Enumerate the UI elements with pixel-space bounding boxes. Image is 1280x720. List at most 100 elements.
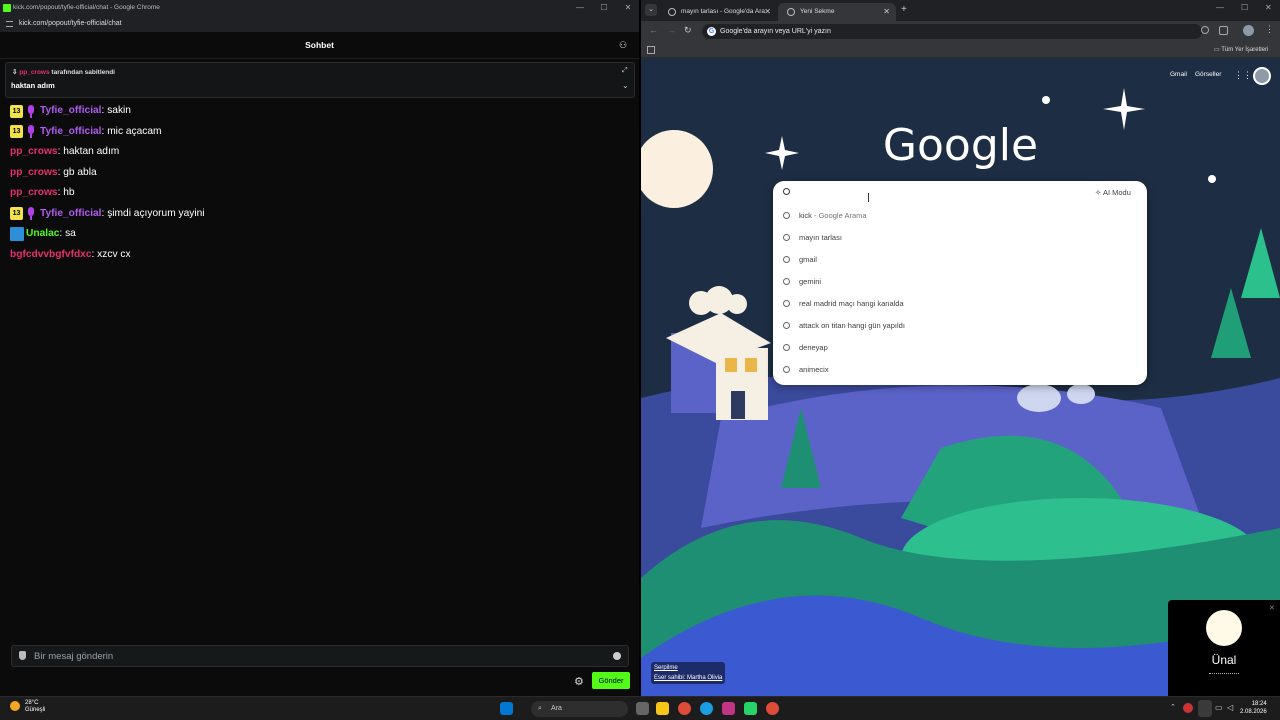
back-icon[interactable]: ←	[649, 25, 658, 35]
user-list-icon[interactable]: ⚇	[619, 40, 630, 50]
close-button[interactable]: ✕	[1265, 3, 1272, 12]
broadcaster-mic-icon[interactable]	[26, 125, 36, 138]
close-button[interactable]: ✕	[618, 0, 638, 16]
pinned-by-user: pp_crows	[19, 69, 50, 76]
emoji-icon[interactable]	[613, 652, 621, 660]
chat-message: 13 Tyfie_official: şimdi açıyorum yayini	[10, 205, 205, 223]
chrome-window: ⌄ mayın tarlası - Google'da Ara ✕ Yeni Se…	[641, 0, 1280, 696]
gear-icon[interactable]: ⚙	[574, 675, 584, 688]
chat-username[interactable]: Tyfie_official	[40, 205, 102, 223]
suggestion-item[interactable]: attack on titan hangi gün yapıldı	[799, 321, 905, 330]
weather-icon[interactable]	[10, 701, 20, 711]
instagram-icon[interactable]	[722, 702, 735, 715]
maximize-button[interactable]: ☐	[594, 0, 614, 16]
menu-icon[interactable]: ⋮	[1265, 24, 1274, 35]
reload-icon[interactable]: ↻	[684, 25, 692, 36]
address-bar[interactable]: kick.com/popout/tyfie-official/chat	[0, 16, 639, 32]
edge-icon[interactable]	[700, 702, 713, 715]
credit-title-link[interactable]: Serpilme	[654, 663, 722, 673]
tab-search-icon[interactable]: ⌄	[645, 4, 657, 16]
shield-icon	[19, 651, 26, 660]
chat-text: : mic açacam	[101, 125, 162, 137]
chat-username[interactable]: pp_crows	[10, 143, 58, 161]
text-cursor	[868, 193, 869, 202]
subscriber-badge[interactable]: 13	[10, 207, 23, 220]
apps-grid-icon[interactable]: ⋮⋮	[1234, 70, 1252, 81]
minimize-button[interactable]: —	[1216, 3, 1224, 12]
tab-search[interactable]: mayın tarlası - Google'da Ara ✕	[659, 3, 777, 21]
suggestion-item[interactable]: kick - Google Arama	[799, 211, 867, 220]
suggestion-tail: - Google Arama	[811, 211, 867, 220]
taskbar: 28°C Güneşli ⌕ Ara ⌃ ▭ ◁ 18:24 2.08.2026	[0, 696, 1280, 720]
chat-username[interactable]: Unalac	[26, 225, 59, 243]
gmail-link[interactable]: Gmail	[1170, 71, 1187, 78]
chat-username[interactable]: Tyfie_official	[40, 123, 102, 141]
site-settings-icon[interactable]	[6, 21, 13, 27]
suggestion-item[interactable]: deneyap	[799, 343, 828, 352]
start-button[interactable]	[500, 702, 513, 715]
microphone-icon[interactable]	[1198, 700, 1212, 717]
all-bookmarks[interactable]: ▭ Tüm Yer İşaretleri	[1214, 42, 1268, 58]
tray-app-icon[interactable]	[1183, 703, 1193, 713]
apps-icon[interactable]	[647, 46, 655, 54]
tab-new-tab[interactable]: Yeni Sekme ✕	[778, 3, 896, 21]
close-icon[interactable]: ✕	[1269, 604, 1275, 612]
network-icon[interactable]: ▭	[1215, 703, 1223, 712]
suggestion-text: gmail	[799, 255, 817, 264]
minimize-button[interactable]: —	[570, 0, 590, 16]
ai-mode-button[interactable]: ✧ AI Modu	[1095, 188, 1131, 197]
window-title: kick.com/popout/tyfie-official/chat - Go…	[13, 4, 160, 11]
suggestion-item[interactable]: gemini	[799, 277, 821, 286]
chat-username[interactable]: pp_crows	[10, 184, 58, 202]
suggestion-item[interactable]: real madrid maçı hangi kanalda	[799, 299, 904, 308]
chat-username[interactable]: Tyfie_official	[40, 102, 102, 120]
account-avatar[interactable]	[1253, 67, 1271, 85]
whatsapp-icon[interactable]	[744, 702, 757, 715]
taskbar-search[interactable]: ⌕ Ara	[531, 701, 628, 717]
contact-popup[interactable]: ✕ Ünal	[1168, 600, 1280, 696]
new-tab-button[interactable]: +	[901, 4, 907, 15]
chat-text: : hb	[57, 187, 75, 198]
history-icon	[783, 256, 790, 263]
chrome-icon[interactable]	[678, 702, 691, 715]
avatar	[1206, 610, 1242, 646]
profile-avatar[interactable]	[1243, 25, 1254, 36]
history-icon	[783, 278, 790, 285]
credit-author-link[interactable]: Eser sahibi: Martha Olivia	[654, 673, 722, 683]
images-link[interactable]: Görseller	[1195, 71, 1221, 78]
task-view-icon[interactable]	[636, 702, 649, 715]
broadcaster-mic-icon[interactable]	[26, 207, 36, 220]
lens-icon[interactable]	[1201, 26, 1209, 34]
user-badge-icon[interactable]	[10, 227, 24, 241]
pinned-message: ⇩ pp_crows tarafından sabitlendi haktan …	[5, 62, 635, 98]
clock[interactable]: 18:24 2.08.2026	[1240, 700, 1267, 716]
divider	[1209, 673, 1239, 674]
file-explorer-icon[interactable]	[656, 702, 669, 715]
chevron-down-icon[interactable]: ⌄	[622, 81, 629, 90]
chrome-profile-icon[interactable]	[766, 702, 779, 715]
close-tab-icon[interactable]: ✕	[883, 3, 890, 21]
chat-input[interactable]: Bir mesaj gönderin	[11, 645, 629, 667]
subscriber-badge[interactable]: 13	[10, 104, 23, 118]
maximize-button[interactable]: ☐	[1241, 3, 1248, 12]
broadcaster-mic-icon[interactable]	[26, 104, 36, 118]
suggestion-text: mayın tarlası	[799, 233, 842, 242]
close-tab-icon[interactable]: ✕	[764, 3, 771, 21]
suggestion-item[interactable]: gmail	[799, 255, 817, 264]
extensions-icon[interactable]	[1219, 26, 1228, 35]
omnibox[interactable]: G Google'da arayın veya URL'yi yazın	[702, 24, 1202, 39]
kick-chat-window: kick.com/popout/tyfie-official/chat - Go…	[0, 0, 639, 696]
chat-username[interactable]: bgfcdvvbgfvfdxc	[10, 246, 92, 264]
chat-username[interactable]: pp_crows	[10, 164, 58, 182]
subscriber-badge[interactable]: 13	[10, 125, 23, 138]
forward-icon[interactable]: →	[667, 25, 676, 35]
send-button[interactable]: Gönder	[592, 672, 630, 689]
google-tab-icon	[668, 8, 676, 16]
search-box[interactable]: ✧ AI Modu kick - Google Arama mayın tarla…	[773, 181, 1147, 385]
unpin-icon[interactable]: ⤢	[622, 67, 628, 75]
suggestion-item[interactable]: mayın tarlası	[799, 233, 842, 242]
volume-icon[interactable]: ◁	[1227, 703, 1233, 712]
suggestion-item[interactable]: animecix	[799, 365, 829, 374]
chevron-up-icon[interactable]: ⌃	[1170, 703, 1176, 711]
history-icon	[783, 344, 790, 351]
